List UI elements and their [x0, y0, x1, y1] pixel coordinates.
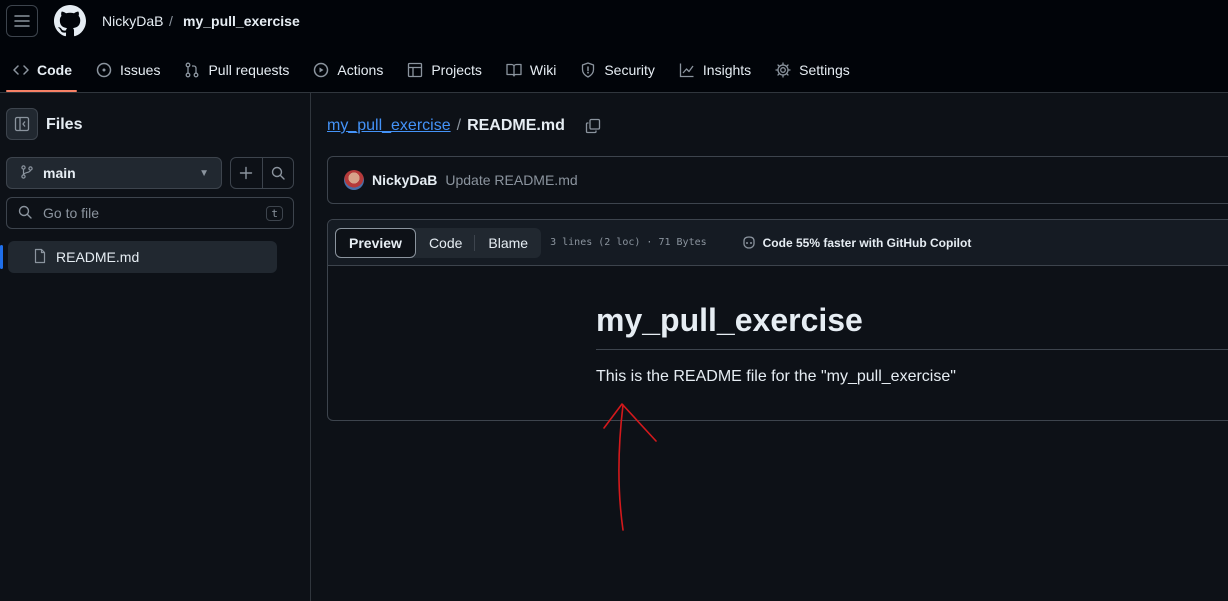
tab-settings[interactable]: Settings — [762, 48, 861, 92]
tab-label: Wiki — [529, 62, 557, 78]
keyboard-shortcut-hint: t — [266, 205, 283, 221]
tab-insights[interactable]: Insights — [666, 48, 762, 92]
code-icon — [13, 62, 29, 78]
tab-label: Pull requests — [208, 62, 290, 78]
go-to-file-input[interactable]: Go to file t — [6, 197, 294, 229]
tab-issues[interactable]: Issues — [83, 48, 171, 92]
gear-icon — [775, 62, 791, 78]
pull-request-icon — [184, 62, 200, 78]
tab-security[interactable]: Security — [567, 48, 666, 92]
tab-pull-requests[interactable]: Pull requests — [171, 48, 300, 92]
commit-message[interactable]: Update README.md — [445, 172, 577, 188]
file-viewer: my_pull_exercise / README.md NickyDaB Up… — [312, 93, 1228, 601]
issue-icon — [96, 62, 112, 78]
copilot-icon — [741, 235, 757, 251]
file-header: Preview Code Blame 3 lines (2 loc) · 71 … — [328, 220, 1228, 266]
collapse-sidebar-icon[interactable] — [6, 108, 38, 140]
copilot-promo-link[interactable]: Code 55% faster with GitHub Copilot — [741, 235, 972, 251]
search-icon — [17, 204, 33, 223]
search-files-button[interactable] — [263, 158, 294, 188]
readme-paragraph: This is the README file for the "my_pull… — [596, 368, 956, 385]
view-mode-switch: Preview Code Blame — [335, 227, 542, 258]
code-view-button[interactable]: Code — [416, 228, 476, 258]
tab-label: Projects — [431, 62, 482, 78]
blame-button[interactable]: Blame — [475, 228, 541, 258]
branch-selector-button[interactable]: main ▼ — [6, 157, 222, 189]
breadcrumb: my_pull_exercise / README.md — [327, 117, 601, 135]
tab-label: Actions — [337, 62, 384, 78]
tab-label: Insights — [702, 62, 752, 78]
book-icon — [506, 62, 522, 78]
tab-label: Code — [37, 62, 72, 78]
tab-label: Settings — [799, 62, 850, 78]
red-arrow-annotation — [603, 403, 657, 531]
shield-icon — [580, 62, 596, 78]
tab-wiki[interactable]: Wiki — [493, 48, 567, 92]
tab-code[interactable]: Code — [0, 48, 83, 92]
file-icon — [32, 248, 48, 267]
files-heading: Files — [46, 116, 83, 133]
repo-nav-tabs: Code Issues Pull requests Actions Projec… — [0, 48, 861, 92]
latest-commit-bar: NickyDaB Update README.md — [327, 156, 1228, 204]
app-header: NickyDaB / my_pull_exercise Code Issues … — [0, 0, 1228, 93]
tree-item-readme[interactable]: README.md — [8, 241, 277, 273]
file-meta: 3 lines (2 loc) · 71 Bytes — [550, 237, 707, 248]
copilot-promo-text: Code 55% faster with GitHub Copilot — [762, 235, 972, 250]
file-actions-group — [230, 157, 294, 189]
graph-icon — [679, 62, 695, 78]
play-icon — [313, 62, 329, 78]
breadcrumb-repo-link[interactable]: my_pull_exercise — [327, 117, 451, 135]
tab-label: Security — [604, 62, 655, 78]
selected-file-indicator — [0, 245, 3, 269]
branch-name: main — [43, 165, 76, 181]
plus-icon — [240, 166, 253, 180]
search-icon — [271, 166, 285, 180]
commit-author[interactable]: NickyDaB — [372, 172, 437, 188]
tab-actions[interactable]: Actions — [300, 48, 394, 92]
branch-icon — [19, 164, 35, 183]
breadcrumb-separator: / — [169, 13, 173, 29]
chevron-down-icon: ▼ — [199, 167, 209, 179]
github-logo-icon[interactable] — [54, 5, 86, 37]
breadcrumb-separator: / — [456, 117, 462, 134]
tree-item-label: README.md — [56, 249, 140, 265]
readme-title: my_pull_exercise — [596, 302, 1228, 350]
breadcrumb-file: README.md — [467, 117, 565, 134]
preview-button[interactable]: Preview — [335, 227, 416, 258]
menu-icon[interactable] — [6, 5, 38, 37]
tab-projects[interactable]: Projects — [394, 48, 493, 92]
add-file-button[interactable] — [231, 158, 263, 188]
file-tree-sidebar: Files main ▼ Go to file t README.md — [0, 93, 311, 601]
avatar[interactable] — [344, 170, 364, 190]
file-content-box: Preview Code Blame 3 lines (2 loc) · 71 … — [327, 219, 1228, 421]
repo-link[interactable]: my_pull_exercise — [183, 13, 300, 29]
tab-label: Issues — [120, 62, 161, 78]
owner-link[interactable]: NickyDaB — [102, 13, 163, 29]
go-to-file-placeholder: Go to file — [43, 205, 100, 221]
copy-path-icon[interactable] — [585, 118, 601, 134]
table-icon — [407, 62, 423, 78]
